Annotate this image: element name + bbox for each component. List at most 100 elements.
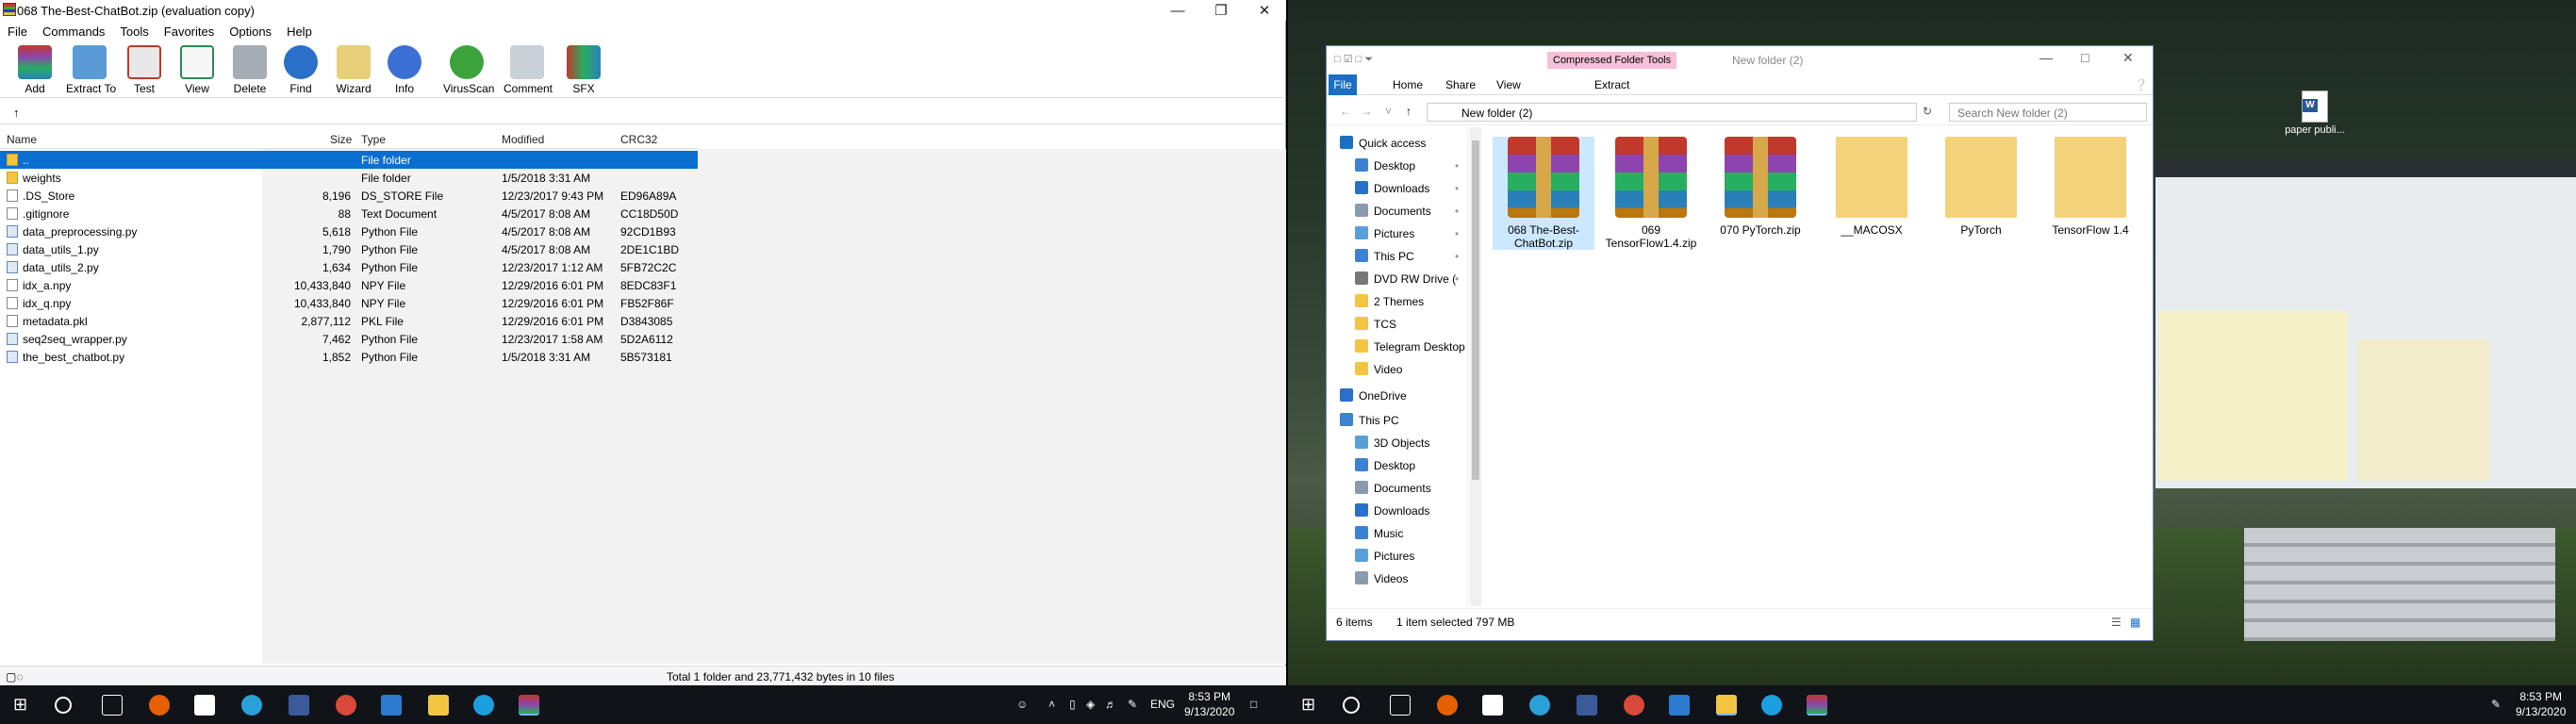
clock[interactable]: 8:53 PM 9/13/2020 [2516,689,2566,719]
nav-item[interactable]: Quick access [1327,133,1468,154]
nav-item[interactable]: Desktop • [1327,156,1468,176]
close-button[interactable]: ✕ [2122,50,2134,66]
people-icon[interactable]: ☺ [1016,698,1028,711]
context-tab[interactable]: Compressed Folder Tools [1547,52,1677,69]
vscode-icon[interactable] [381,695,402,716]
file-row[interactable]: data_preprocessing.py 5,618 Python File 4/5… [0,222,698,240]
file-row[interactable]: idx_q.npy 10,433,840 NPY File 12/29/2016 6:… [0,294,698,312]
app-icon[interactable] [1624,695,1644,716]
app-icon[interactable] [336,695,356,716]
pen-icon[interactable]: ✎ [2491,698,2501,711]
search-input[interactable]: Search New folder (2) [1949,103,2147,122]
edge-icon[interactable] [1529,695,1550,716]
menu-file[interactable]: File [0,25,35,39]
nav-item[interactable]: 3D Objects [1327,433,1468,453]
nav-item[interactable]: Documents [1327,478,1468,499]
toolbar-delete-button[interactable]: Delete [226,45,273,95]
nav-scrollbar[interactable] [1470,127,1481,606]
store-icon[interactable] [194,695,215,716]
store-icon[interactable] [1482,695,1503,716]
toolbar-find-button[interactable]: Find [277,45,324,95]
file-row[interactable]: .DS_Store 8,196 DS_STORE File 12/23/2017 9:… [0,187,698,205]
maximize-button[interactable]: □ [2081,50,2089,65]
toolbar-wizard-button[interactable]: Wizard [330,45,377,95]
ribbon-tab-file[interactable]: File [1329,74,1357,95]
menu-favorites[interactable]: Favorites [157,25,222,39]
quick-access-toolbar-icon[interactable]: □ ☑ □ ⏷ [1334,53,1373,66]
toolbar-add-button[interactable]: Add [11,45,58,95]
menu-tools[interactable]: Tools [112,25,156,39]
nav-item[interactable]: OneDrive [1327,386,1468,406]
edge-icon[interactable] [241,695,262,716]
edge-dev-icon[interactable] [473,695,494,716]
task-view-icon[interactable] [1390,695,1411,716]
edge-dev-icon[interactable] [1761,695,1782,716]
file-row[interactable]: metadata.pkl 2,877,112 PKL File 12/29/2016 … [0,312,698,330]
desktop-file-icon[interactable]: W paper publi... [2282,90,2348,136]
column-size[interactable]: Size [330,133,352,146]
nav-item[interactable]: Pictures [1327,546,1468,567]
winrar-taskbar-icon[interactable] [519,695,539,716]
explorer-item[interactable]: 069 TensorFlow1.4.zip [1600,137,1702,250]
firefox-icon[interactable] [1437,695,1458,716]
nav-item[interactable]: Downloads [1327,501,1468,521]
scrollbar-thumb[interactable] [1472,140,1479,480]
drive-icon[interactable]: ▢◌ [6,670,23,683]
file-row[interactable]: idx_a.npy 10,433,840 NPY File 12/29/2016 6:… [0,276,698,294]
start-button[interactable]: ⊞ [1301,695,1322,716]
nav-item[interactable]: This PC • [1327,246,1468,267]
up-arrow-icon[interactable]: ↑ [13,106,20,120]
toolbar-view-button[interactable]: View [173,45,221,95]
maximize-button[interactable]: ❐ [1199,0,1243,21]
nav-item[interactable]: Desktop [1327,455,1468,476]
search-icon[interactable] [1343,697,1360,714]
refresh-icon[interactable]: ↻ [1923,105,1932,118]
nav-item[interactable]: Music [1327,523,1468,544]
menu-options[interactable]: Options [222,25,279,39]
battery-icon[interactable]: ▯ [1069,698,1076,711]
column-modified[interactable]: Modified [502,133,544,146]
firefox-icon[interactable] [149,695,170,716]
winrar-taskbar-icon[interactable] [1807,695,1827,716]
ribbon-tab-view[interactable]: View [1496,78,1521,91]
ribbon-tab-home[interactable]: Home [1393,78,1423,91]
address-bar[interactable]: New folder (2) [1427,103,1917,122]
minimize-button[interactable]: — [1156,0,1199,21]
toolbar-info-button[interactable]: Info [381,45,428,95]
menu-help[interactable]: Help [279,25,320,39]
file-row[interactable]: data_utils_2.py 1,634 Python File 12/23/201… [0,258,698,276]
file-row[interactable]: .gitignore 88 Text Document 4/5/2017 8:08 A… [0,205,698,222]
close-button[interactable]: ✕ [1243,0,1286,21]
nav-item[interactable]: Downloads • [1327,178,1468,199]
vscode-icon[interactable] [1669,695,1690,716]
minimize-button[interactable]: — [2039,50,2053,65]
nav-item[interactable]: Video [1327,359,1468,380]
column-crc32[interactable]: CRC32 [620,133,657,146]
ribbon-tab-share[interactable]: Share [1445,78,1476,91]
file-row[interactable]: seq2seq_wrapper.py 7,462 Python File 12/23/… [0,330,698,348]
help-icon[interactable]: ❔ [2134,78,2148,91]
start-button[interactable]: ⊞ [13,695,34,716]
file-row[interactable]: .. File folder [0,151,698,169]
task-view-icon[interactable] [102,695,123,716]
nav-item[interactable]: This PC [1327,410,1468,431]
nav-item[interactable]: DVD RW Drive (• [1327,269,1468,289]
explorer-item[interactable]: 068 The-Best-ChatBot.zip [1493,137,1594,250]
explorer-item[interactable]: TensorFlow 1.4 [2039,137,2141,237]
pen-icon[interactable]: ✎ [1128,698,1137,711]
recent-chevron-icon[interactable]: ˅ [1385,105,1392,118]
nav-item[interactable]: TCS [1327,314,1468,335]
explorer-item[interactable]: __MACOSX [1821,137,1923,237]
path-bar[interactable]: ↑ [0,102,1286,124]
toolbar-test-button[interactable]: Test [121,45,168,95]
ribbon-tab-extract[interactable]: Extract [1594,78,1629,91]
nav-item[interactable]: Videos [1327,568,1468,589]
explorer-item[interactable]: PyTorch [1930,137,2032,237]
details-view-icon[interactable]: ☰ [2111,616,2122,629]
back-arrow-icon[interactable]: ← [1340,105,1351,118]
column-name[interactable]: Name [7,133,37,146]
file-row[interactable]: weights File folder 1/5/2018 3:31 AM [0,169,698,187]
file-row[interactable]: the_best_chatbot.py 1,852 Python File 1/5/2… [0,348,698,366]
mail-icon[interactable] [289,695,309,716]
nav-item[interactable]: 2 Themes [1327,291,1468,312]
